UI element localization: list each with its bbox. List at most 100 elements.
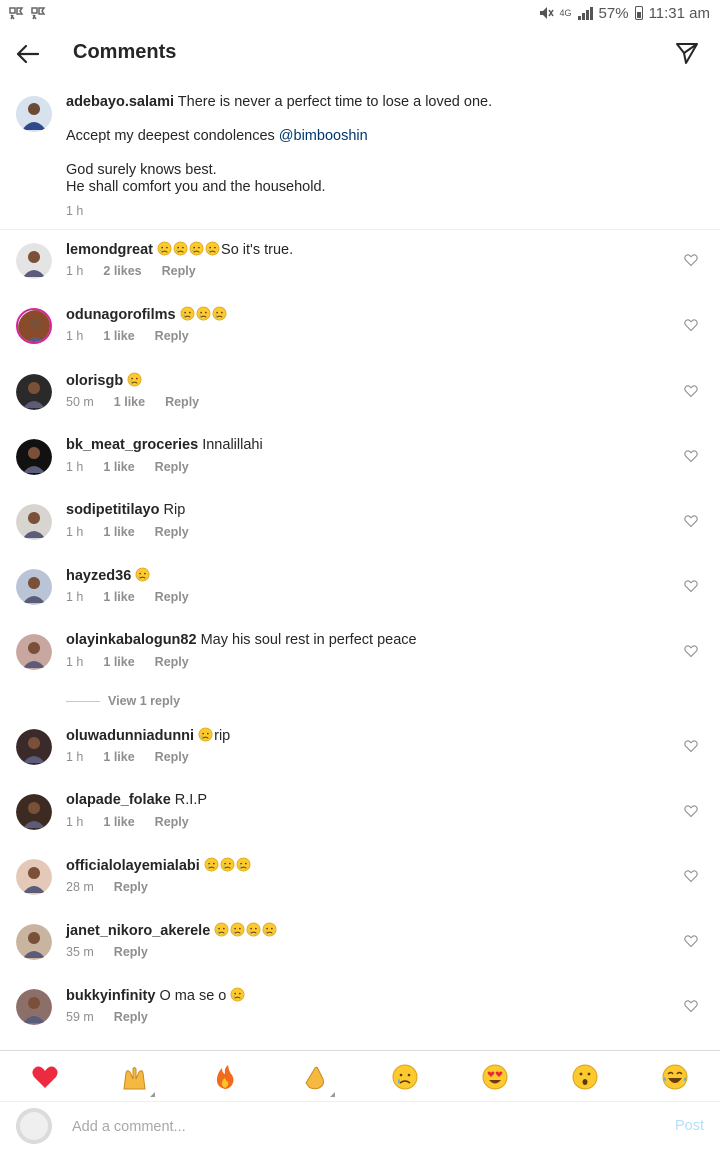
comment-row: hayzed36 1 h 1 like Reply [0, 563, 720, 628]
sad-face-emoji-icon [262, 922, 277, 937]
comment-likes-count[interactable]: 1 like [114, 395, 145, 409]
comment-avatar[interactable] [16, 924, 52, 960]
comment-avatar[interactable] [16, 439, 52, 475]
reply-button[interactable]: Reply [165, 395, 199, 409]
comment-row: officialolayemialabi 28 m Reply [0, 853, 720, 918]
comment-username[interactable]: officialolayemialabi [66, 858, 200, 874]
caption-avatar[interactable] [16, 96, 52, 132]
comment-row: sodipetitilayo Rip 1 h 1 like Reply [0, 498, 720, 563]
status-left [8, 5, 46, 21]
like-heart-icon[interactable] [684, 934, 698, 948]
comment-username[interactable]: hayzed36 [66, 568, 131, 584]
comment-likes-count[interactable]: 1 like [103, 329, 134, 343]
heart-eyes-emoji-icon[interactable] [481, 1063, 509, 1091]
like-heart-icon[interactable] [684, 514, 698, 528]
sad-face-emoji-icon [230, 922, 245, 937]
comment-username[interactable]: janet_nikoro_akerele [66, 923, 210, 939]
like-heart-icon[interactable] [684, 384, 698, 398]
battery-percent: 57% [598, 4, 629, 22]
comment-avatar[interactable] [16, 374, 52, 410]
comment-likes-count[interactable]: 1 like [103, 655, 134, 669]
comment-avatar[interactable] [16, 569, 52, 605]
comment-text-line: lemondgreat So it's true. [66, 241, 293, 258]
sad-face-emoji-icon [189, 241, 204, 256]
crying-face-emoji-icon[interactable] [391, 1063, 419, 1091]
surprised-face-emoji-icon[interactable] [571, 1063, 599, 1091]
comment-likes-count[interactable]: 2 likes [103, 264, 141, 278]
like-heart-icon[interactable] [684, 739, 698, 753]
comment-likes-count[interactable]: 1 like [103, 815, 134, 829]
comment-avatar[interactable] [16, 794, 52, 830]
sad-face-emoji-icon [196, 306, 211, 321]
reply-button[interactable]: Reply [162, 264, 196, 278]
reply-button[interactable]: Reply [155, 590, 189, 604]
comment-text: R.I.P [174, 792, 208, 808]
comment-username[interactable]: lemondgreat [66, 242, 153, 258]
comment-username[interactable]: olapade_folake [66, 792, 171, 808]
comment-username[interactable]: oluwadunniadunni [66, 728, 194, 744]
comment-avatar[interactable] [16, 859, 52, 895]
like-heart-icon[interactable] [684, 318, 698, 332]
back-arrow-icon[interactable] [14, 40, 42, 68]
like-heart-icon[interactable] [684, 804, 698, 818]
comment-avatar[interactable] [16, 504, 52, 540]
comment-username[interactable]: olorisgb [66, 373, 123, 389]
comment-username[interactable]: bukkyinfinity [66, 988, 155, 1004]
comment-meta: 1 h 1 like Reply [66, 460, 189, 474]
reply-button[interactable]: Reply [114, 880, 148, 894]
reply-button[interactable]: Reply [114, 945, 148, 959]
view-replies-button[interactable]: View 1 reply [66, 694, 180, 708]
post-button[interactable]: Post [675, 1118, 704, 1134]
reply-button[interactable]: Reply [114, 1010, 148, 1024]
caption-mention-link[interactable]: @bimbooshin [279, 128, 368, 144]
sad-face-emoji-icon [230, 987, 245, 1002]
comment-avatar[interactable] [16, 243, 52, 279]
comment-likes-count[interactable]: 1 like [103, 590, 134, 604]
comment-meta: 1 h 1 like Reply [66, 655, 189, 669]
raised-hands-emoji-icon[interactable] [121, 1063, 155, 1097]
like-heart-icon[interactable] [684, 644, 698, 658]
clapping-hands-emoji-icon[interactable] [301, 1063, 335, 1097]
comment-row: lemondgreat So it's true. 1 h 2 likes Reply [0, 237, 720, 302]
comment-username[interactable]: olayinkabalogun82 [66, 632, 197, 648]
comment-username[interactable]: bk_meat_groceries [66, 437, 198, 453]
caption-username[interactable]: adebayo.salami [66, 94, 174, 110]
caption-line2: Accept my deepest condolences [66, 128, 279, 144]
heart-emoji-icon[interactable] [31, 1063, 59, 1091]
laughing-tears-emoji-icon[interactable] [661, 1063, 689, 1091]
like-heart-icon[interactable] [684, 869, 698, 883]
sad-face-emoji-icon [214, 922, 229, 937]
reply-button[interactable]: Reply [155, 655, 189, 669]
reply-button[interactable]: Reply [155, 525, 189, 539]
like-heart-icon[interactable] [684, 449, 698, 463]
comment-likes-count[interactable]: 1 like [103, 750, 134, 764]
fire-emoji-icon[interactable] [211, 1063, 239, 1091]
comment-text-line: odunagorofilms [66, 306, 228, 323]
comment-likes-count[interactable]: 1 like [103, 525, 134, 539]
header: Comments [0, 26, 720, 82]
like-heart-icon[interactable] [684, 579, 698, 593]
comment-avatar[interactable] [16, 729, 52, 765]
comment-likes-count[interactable]: 1 like [103, 460, 134, 474]
status-time: 11:31 am [648, 4, 710, 22]
reply-button[interactable]: Reply [155, 750, 189, 764]
like-heart-icon[interactable] [684, 253, 698, 267]
mute-icon [539, 7, 554, 19]
comment-text-line: olapade_folake R.I.P [66, 792, 207, 808]
reply-button[interactable]: Reply [155, 329, 189, 343]
comment-username[interactable]: odunagorofilms [66, 307, 176, 323]
comment-avatar[interactable] [16, 308, 52, 344]
reply-button[interactable]: Reply [155, 815, 189, 829]
like-heart-icon[interactable] [684, 999, 698, 1013]
comment-avatar[interactable] [16, 634, 52, 670]
comment-input[interactable] [72, 1116, 632, 1138]
comment-avatar[interactable] [16, 989, 52, 1025]
comment-meta: 1 h 1 like Reply [66, 525, 189, 539]
direct-message-icon[interactable] [674, 40, 700, 66]
comment-timestamp: 1 h [66, 525, 84, 539]
comment-meta: 1 h 1 like Reply [66, 815, 189, 829]
comment-text-line: officialolayemialabi [66, 857, 252, 874]
reply-button[interactable]: Reply [155, 460, 189, 474]
comment-text: rip [214, 728, 231, 744]
comment-username[interactable]: sodipetitilayo [66, 502, 159, 518]
